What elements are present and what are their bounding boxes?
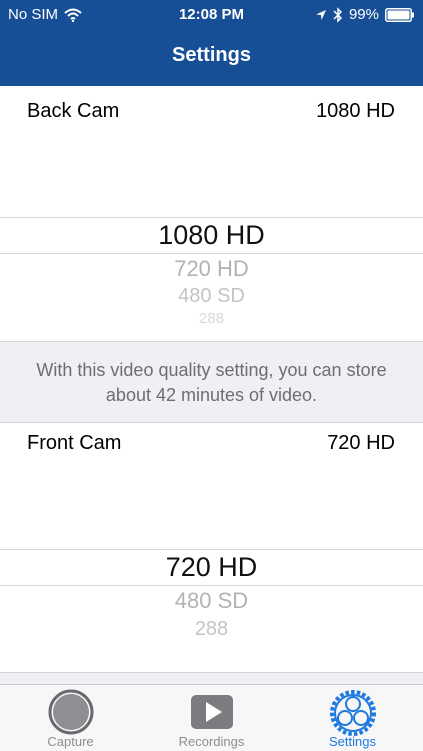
battery-icon (385, 7, 414, 22)
back-cam-picker[interactable]: 1080 HD 720 HD 480 SD 288 (0, 200, 423, 340)
tab-label: Capture (47, 734, 94, 749)
tab-settings[interactable]: Settings (282, 685, 423, 751)
storage-info-text: With this video quality setting, you can… (36, 360, 387, 405)
status-bar: No SIM 12:08 PM 99% (0, 0, 423, 30)
picker-option[interactable]: 288 (0, 618, 423, 641)
front-cam-row[interactable]: Front Cam 720 HD (0, 424, 423, 464)
settings-gear-icon (330, 690, 376, 736)
tab-capture[interactable]: Capture (0, 685, 141, 751)
picker-option[interactable]: 480 SD (0, 588, 423, 614)
bluetooth-icon (333, 6, 343, 23)
tab-bar: Capture Recordings Settings (0, 684, 423, 751)
tab-label: Recordings (178, 734, 245, 749)
back-cam-label: Back Cam (27, 100, 120, 122)
front-cam-picker[interactable]: 720 HD 480 SD 288 (0, 532, 423, 672)
capture-icon (48, 689, 94, 735)
battery-percent: 99% (348, 6, 379, 23)
front-cam-value: 720 HD (327, 432, 395, 454)
picker-option-selected[interactable]: 720 HD (0, 552, 423, 583)
back-cam-row[interactable]: Back Cam 1080 HD (0, 92, 423, 132)
page-title: Settings (172, 44, 251, 66)
tab-label: Settings (329, 734, 376, 749)
picker-option[interactable]: 480 SD (0, 285, 423, 308)
picker-option-selected[interactable]: 1080 HD (0, 220, 423, 251)
header: No SIM 12:08 PM 99% Settings (0, 0, 423, 86)
play-icon (191, 695, 233, 729)
picker-option[interactable]: 288 (0, 310, 423, 327)
storage-info: With this video quality setting, you can… (0, 341, 423, 423)
picker-option[interactable]: 720 HD (0, 256, 423, 282)
back-cam-value: 1080 HD (316, 100, 395, 122)
location-arrow-icon (315, 9, 326, 20)
tab-recordings[interactable]: Recordings (141, 685, 282, 751)
status-right: 99% (315, 6, 415, 23)
front-cam-label: Front Cam (27, 432, 122, 454)
